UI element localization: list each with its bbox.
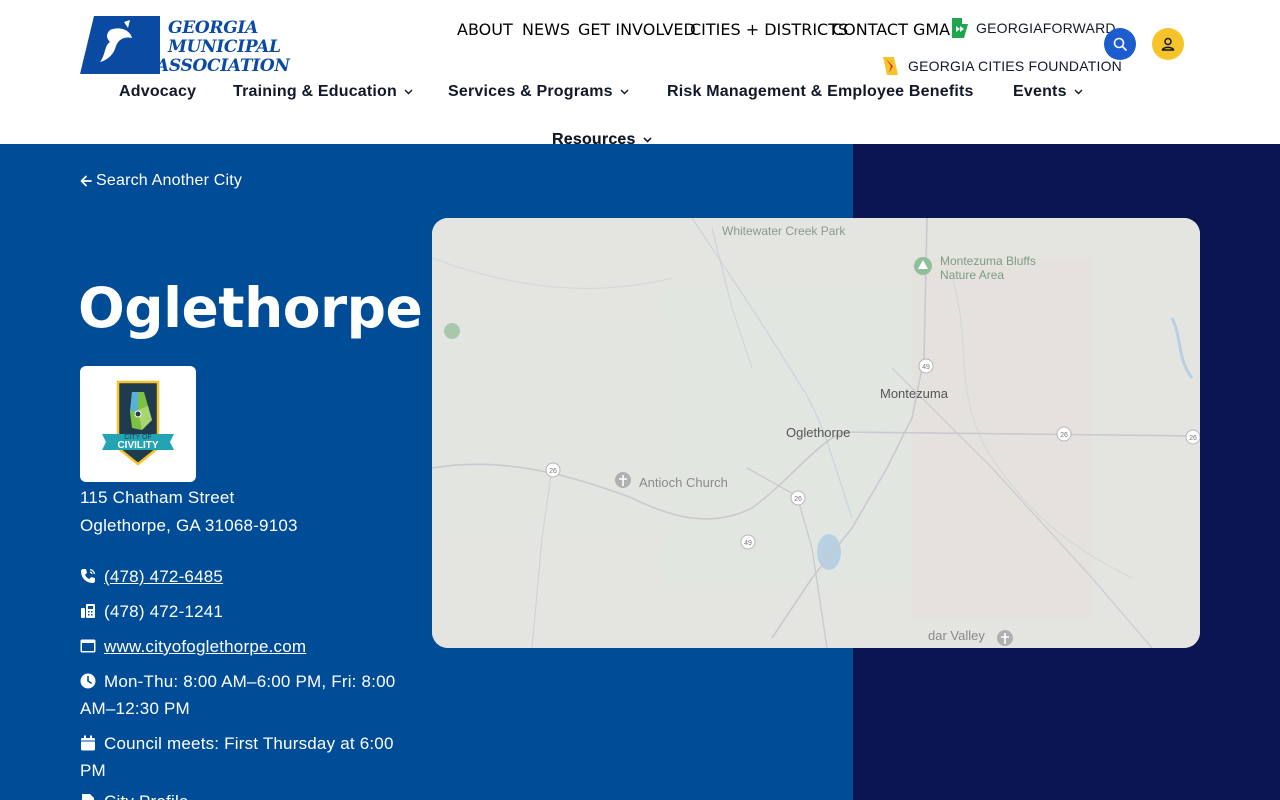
city-of-civility-logo: CITY OF CIVILITY: [102, 380, 174, 466]
fax-row: (478) 472-1241: [80, 598, 400, 625]
map-label-bluffs-2: Nature Area: [940, 268, 1005, 282]
svg-text:26: 26: [794, 496, 802, 503]
georgia-state-logo-icon: [80, 16, 160, 74]
mainnav-risk-management[interactable]: Risk Management & Employee Benefits: [667, 83, 974, 101]
gma-logo[interactable]: GEORGIA MUNICIPAL ASSOCIATION: [80, 15, 290, 76]
mainnav-risk-label: Risk Management & Employee Benefits: [667, 83, 974, 100]
georgia-forward-link[interactable]: GEORGIAFORWARD: [950, 18, 1116, 38]
chevron-down-icon: [1074, 89, 1083, 95]
route-shield-26-east: 26: [1056, 426, 1072, 442]
address-street: 115 Chatham Street: [80, 488, 235, 507]
search-another-city-link[interactable]: Search Another City: [80, 172, 242, 190]
city-address: 115 Chatham Street Oglethorpe, GA 31068-…: [80, 484, 298, 540]
calendar-icon: [81, 735, 95, 751]
route-shield-26-west: 26: [545, 462, 561, 478]
city-map[interactable]: 49 26 26 26 26 49 Whitewater Creek Park …: [432, 218, 1200, 648]
mainnav-resources-label: Resources: [552, 131, 636, 148]
city-profile-link[interactable]: City Profile: [104, 792, 189, 800]
clock-icon: [80, 673, 96, 689]
nav-get-involved[interactable]: GET INVOLVED: [578, 20, 696, 39]
route-shield-49-south: 49: [740, 534, 756, 550]
mainnav-training-label: Training & Education: [233, 83, 398, 100]
address-city-state-zip: Oglethorpe, GA 31068-9103: [80, 516, 298, 535]
chevron-down-icon: [404, 89, 413, 95]
cities-foundation-icon: [883, 57, 898, 75]
map-label-oglethorpe: Oglethorpe: [786, 425, 851, 440]
georgia-forward-icon: [952, 18, 968, 38]
logo-line-3: ASSOCIATION: [156, 56, 290, 76]
cities-foundation-label: GEORGIA CITIES FOUNDATION: [908, 58, 1122, 74]
fax-icon: [81, 604, 95, 618]
chevron-down-icon: [620, 89, 629, 95]
svg-text:49: 49: [922, 364, 930, 371]
georgia-forward-label: GEORGIAFORWARD: [976, 20, 1116, 36]
chevron-down-icon: [643, 137, 652, 143]
document-icon: [82, 794, 94, 800]
website-link[interactable]: www.cityofoglethorpe.com: [104, 637, 306, 656]
account-button[interactable]: [1152, 28, 1184, 60]
website-row: www.cityofoglethorpe.com: [80, 633, 400, 660]
svg-text:26: 26: [1060, 432, 1068, 439]
phone-row: (478) 472-6485: [80, 563, 400, 590]
mainnav-training-education[interactable]: Training & Education: [233, 83, 413, 101]
mainnav-services-label: Services & Programs: [448, 83, 613, 100]
mainnav-services-programs[interactable]: Services & Programs: [448, 83, 629, 101]
nav-contact-gma[interactable]: CONTACT GMA: [832, 20, 950, 39]
route-shield-26-far-east: 26: [1185, 429, 1200, 445]
profile-row: City Profile: [80, 788, 400, 800]
phone-link[interactable]: (478) 472-6485: [104, 567, 223, 586]
search-another-city-label: Search Another City: [96, 172, 243, 189]
mainnav-advocacy-label: Advocacy: [119, 83, 197, 100]
nav-about[interactable]: ABOUT: [457, 20, 513, 39]
mainnav-events[interactable]: Events: [1013, 83, 1083, 101]
search-button[interactable]: [1104, 28, 1136, 60]
browser-icon: [80, 639, 96, 653]
search-icon: [1113, 37, 1127, 51]
city-of-civility-badge: CITY OF CIVILITY: [80, 366, 196, 482]
nav-news[interactable]: NEWS: [522, 20, 570, 39]
council-meeting: Council meets: First Thursday at 6:00 PM: [80, 734, 394, 780]
badge-line-2: CIVILITY: [117, 440, 158, 451]
svg-text:26: 26: [549, 468, 557, 475]
office-hours: Mon-Thu: 8:00 AM–6:00 PM, Fri: 8:00 AM–1…: [80, 672, 396, 718]
logo-wordmark: GEORGIA MUNICIPAL ASSOCIATION: [156, 18, 290, 76]
svg-text:26: 26: [1189, 435, 1197, 442]
hours-row: Mon-Thu: 8:00 AM–6:00 PM, Fri: 8:00 AM–1…: [80, 668, 400, 722]
georgia-cities-foundation-link[interactable]: GEORGIA CITIES FOUNDATION: [880, 56, 1122, 76]
mainnav-advocacy[interactable]: Advocacy: [119, 83, 196, 101]
map-label-montezuma: Montezuma: [880, 386, 948, 401]
map-label-cedar-valley: dar Valley: [928, 628, 985, 643]
mainnav-resources-overlay[interactable]: Resources: [552, 131, 652, 149]
logo-line-2: MUNICIPAL: [168, 37, 281, 57]
route-shield-26-south: 26: [790, 490, 806, 506]
map-label-bluffs-1: Montezuma Bluffs: [940, 254, 1036, 268]
arrow-left-icon: [80, 175, 92, 187]
logo-line-1: GEORGIA: [168, 18, 258, 38]
fax-number: (478) 472-1241: [104, 602, 224, 621]
phone-icon: [81, 568, 96, 583]
site-header: GEORGIA MUNICIPAL ASSOCIATION ABOUT NEWS…: [0, 0, 1280, 148]
route-shield-49-north: 49: [918, 358, 934, 374]
city-name-heading: Oglethorpe: [78, 276, 423, 340]
mainnav-events-label: Events: [1013, 83, 1067, 100]
council-row: Council meets: First Thursday at 6:00 PM: [80, 730, 400, 784]
map-label-church: Antioch Church: [639, 475, 728, 490]
nav-cities-districts[interactable]: CITIES + DISTRICTS: [690, 20, 848, 39]
svg-text:49: 49: [744, 540, 752, 547]
map-label-park: Whitewater Creek Park: [722, 224, 846, 238]
user-icon: [1161, 37, 1175, 51]
